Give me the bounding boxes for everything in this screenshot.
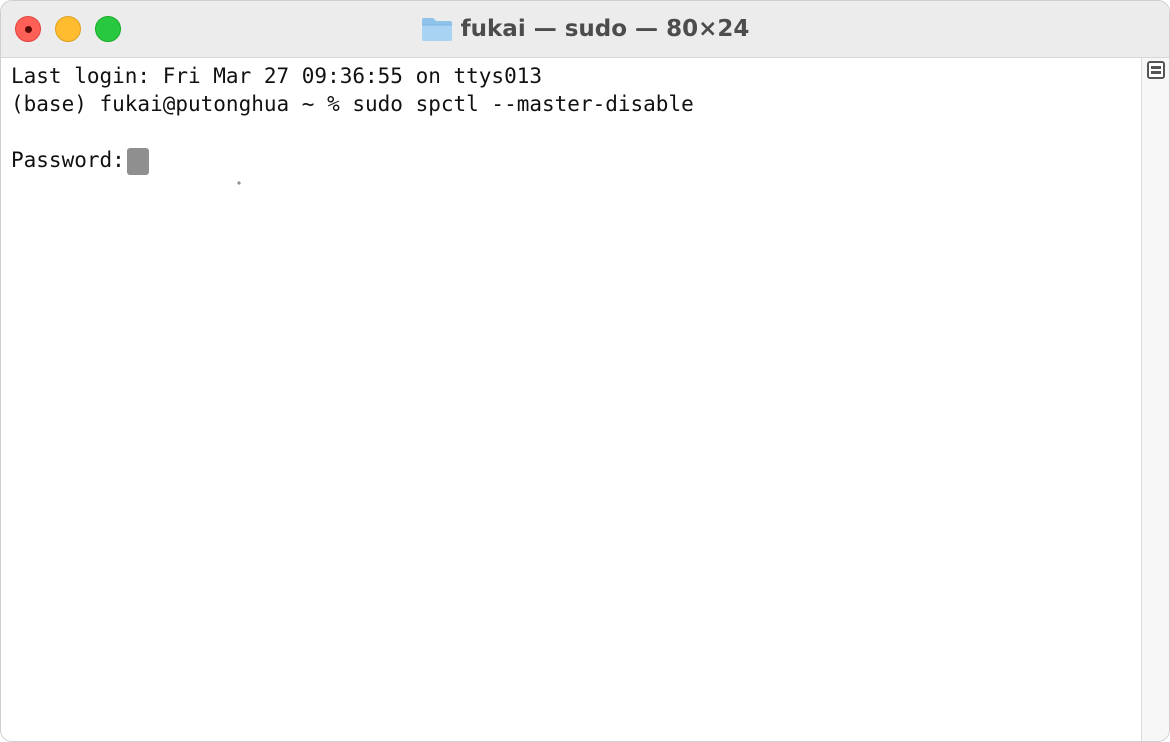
scrollbar[interactable] [1141, 58, 1169, 741]
terminal-line-last-login: Last login: Fri Mar 27 09:36:55 on ttys0… [11, 64, 543, 88]
folder-icon [421, 18, 452, 41]
split-pane-icon-top-bar [1151, 66, 1161, 69]
terminal-window: fukai — sudo — 80×24 Last login: Fri Mar… [0, 0, 1170, 742]
terminal-content[interactable]: Last login: Fri Mar 27 09:36:55 on ttys0… [1, 58, 1141, 741]
password-prompt: Password: [11, 148, 125, 172]
terminal-line-password[interactable]: Password: [11, 146, 244, 199]
terminal-line-command: (base) fukai@putonghua ~ % sudo spctl --… [11, 92, 694, 116]
window-title-area: fukai — sudo — 80×24 [1, 1, 1169, 57]
split-pane-icon-bottom-bar [1151, 71, 1161, 74]
window-title: fukai — sudo — 80×24 [460, 16, 750, 42]
title-bar[interactable]: fukai — sudo — 80×24 [1, 1, 1169, 58]
split-pane-icon[interactable] [1147, 61, 1165, 79]
key-icon [126, 147, 244, 199]
